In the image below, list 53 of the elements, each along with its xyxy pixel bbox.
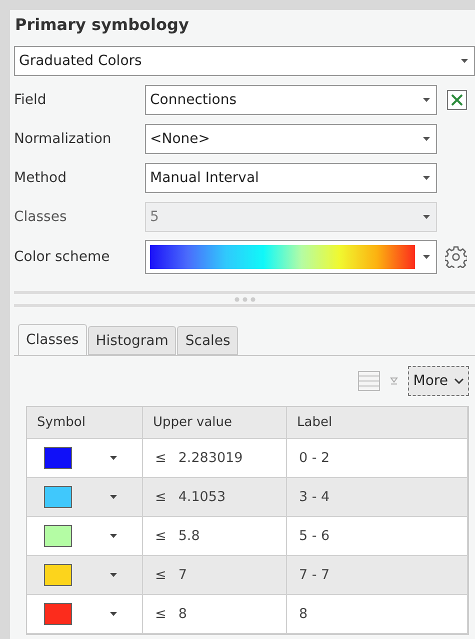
- class-label-text[interactable]: 5 - 6: [299, 528, 330, 544]
- symbol-swatch[interactable]: [44, 486, 72, 508]
- column-header[interactable]: Symbol: [27, 407, 143, 439]
- tab[interactable]: Histogram: [88, 326, 176, 355]
- caret-icon: [423, 215, 430, 219]
- class-label-text[interactable]: 7 - 7: [299, 567, 330, 583]
- renderer-dropdown[interactable]: Graduated Colors: [14, 46, 475, 76]
- operator-text: ≤: [155, 606, 166, 622]
- caret-icon: [461, 59, 468, 63]
- caret-icon: [423, 255, 430, 259]
- caret-icon[interactable]: [110, 612, 117, 616]
- class-label-text[interactable]: 8: [299, 606, 308, 622]
- upper-value-text[interactable]: 7: [178, 567, 187, 583]
- caret-icon[interactable]: [110, 573, 117, 577]
- field-label: Normalization: [14, 131, 112, 147]
- operator-text: ≤: [155, 528, 166, 544]
- upper-value-text[interactable]: 4.1053: [178, 489, 226, 505]
- field-label: Field: [14, 92, 48, 108]
- operator-text: ≤: [155, 450, 166, 466]
- class-label-text[interactable]: 0 - 2: [299, 450, 330, 466]
- field-label: Color scheme: [14, 249, 111, 265]
- upper-value-text[interactable]: 8: [178, 606, 187, 622]
- upper-value-text[interactable]: 2.283019: [178, 450, 243, 466]
- tab[interactable]: Classes: [18, 324, 87, 355]
- symbol-swatch[interactable]: [44, 447, 72, 469]
- symbol-swatch[interactable]: [44, 603, 72, 625]
- caret-icon[interactable]: [110, 456, 117, 460]
- tab[interactable]: Scales: [177, 326, 238, 355]
- operator-text: ≤: [155, 489, 166, 505]
- field-dropdown[interactable]: <None>: [145, 124, 437, 154]
- class-label-text[interactable]: 3 - 4: [299, 489, 330, 505]
- caret-icon: [423, 176, 430, 180]
- symbol-swatch[interactable]: [44, 564, 72, 586]
- field-dropdown[interactable]: Manual Interval: [145, 163, 437, 193]
- column-header[interactable]: Label: [287, 407, 468, 439]
- operator-text: ≤: [155, 567, 166, 583]
- color-ramp-dropdown[interactable]: [145, 240, 437, 274]
- caret-icon[interactable]: [110, 534, 117, 538]
- field-label: Classes: [14, 209, 68, 225]
- field-dropdown[interactable]: Connections: [145, 85, 437, 115]
- caret-icon[interactable]: [110, 495, 117, 499]
- grip-icon[interactable]: [234, 296, 256, 302]
- expression-icon[interactable]: [447, 90, 467, 110]
- caret-icon: [423, 137, 430, 141]
- upper-value-text[interactable]: 5.8: [178, 528, 200, 544]
- more-button[interactable]: More: [408, 366, 469, 396]
- settings-icon[interactable]: [445, 246, 467, 268]
- column-header[interactable]: Upper value: [143, 407, 287, 439]
- caret-icon: [423, 98, 430, 102]
- chevron-icon: [454, 378, 464, 384]
- field-label: Method: [14, 170, 68, 186]
- symbol-swatch[interactable]: [44, 525, 72, 547]
- section-title: Primary symbology: [14, 14, 190, 36]
